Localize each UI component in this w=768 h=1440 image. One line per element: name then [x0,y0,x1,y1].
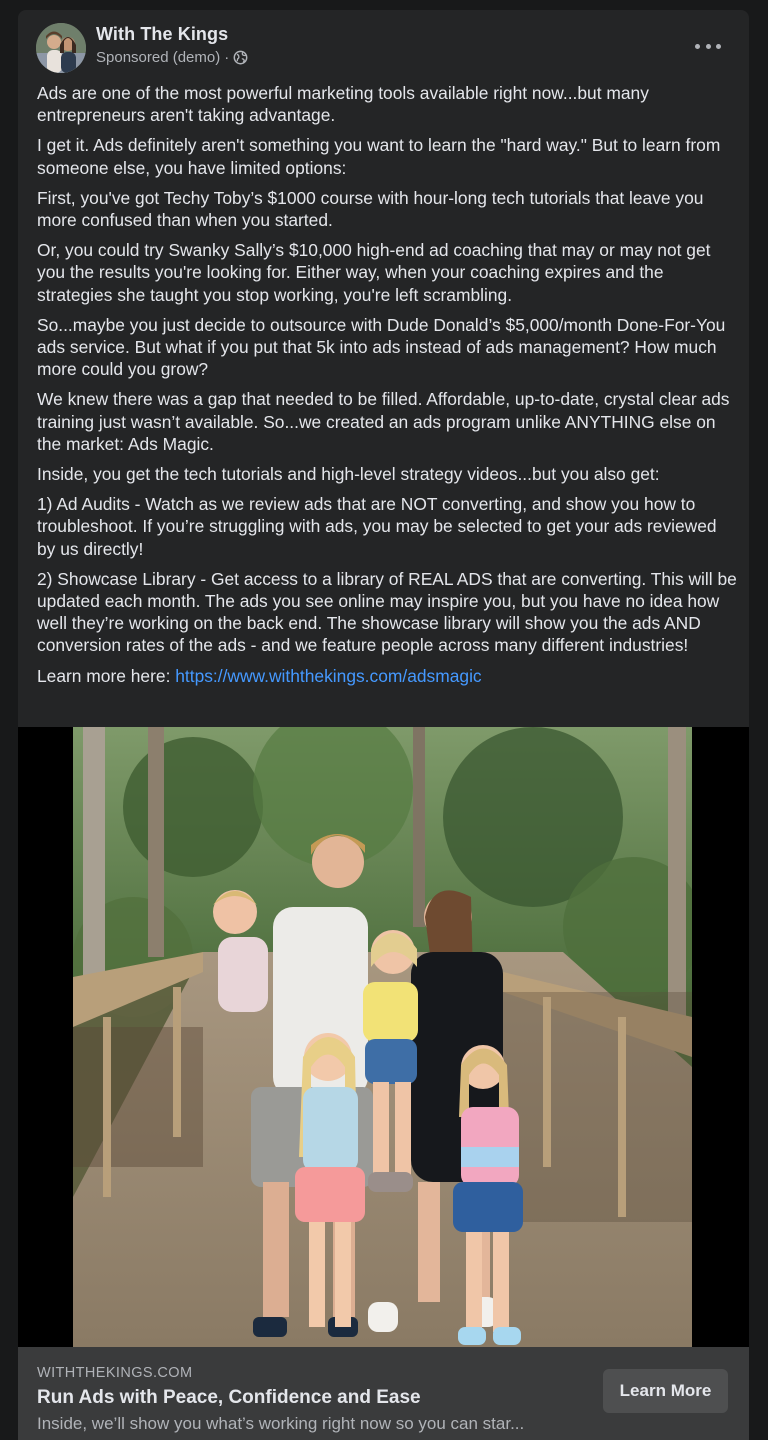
post-paragraph: So...maybe you just decide to outsource … [37,314,726,380]
post-paragraph: We knew there was a gap that needed to b… [37,389,730,454]
post-paragraph: Ads are one of the most powerful marketi… [37,83,649,126]
page-avatar[interactable] [36,23,86,73]
more-options-button[interactable] [695,36,721,56]
learn-more-button[interactable]: Learn More [603,1369,728,1413]
post-header: With The Kings Sponsored (demo) · [18,10,749,82]
link-preview-footer[interactable]: WITHTHEKINGS.COM Run Ads with Peace, Con… [18,1347,749,1440]
learn-more-link[interactable]: https://www.withthekings.com/adsmagic [175,666,481,686]
post-body-text: Ads are one of the most powerful marketi… [37,82,737,695]
avatar-photo-icon [36,23,86,73]
page-name-link[interactable]: With The Kings [96,24,228,45]
learn-more-prefix: Learn more here: [37,665,176,686]
sponsored-line: Sponsored (demo) · [96,49,248,66]
ad-media[interactable] [18,727,749,1347]
family-photo-image [73,727,692,1347]
link-domain: WITHTHEKINGS.COM [37,1365,193,1381]
learn-more-line: Learn more here: https://www.withtheking… [37,665,737,687]
sponsored-label[interactable]: Sponsored (demo) [96,49,220,66]
more-horizontal-icon [695,43,700,49]
meta-separator: · [224,49,230,66]
post-paragraph: Inside, you get the tech tutorials and h… [37,464,660,485]
post-paragraph: I get it. Ads definitely aren't somethin… [37,135,721,178]
link-description: Inside, we’ll show you what’s working ri… [37,1414,525,1433]
family-photo[interactable] [73,727,692,1347]
post-paragraph: Or, you could try Swanky Sally’s $10,000… [37,240,711,305]
link-headline[interactable]: Run Ads with Peace, Confidence and Ease [37,1387,421,1409]
post-paragraph: 1) Ad Audits - Watch as we review ads th… [37,494,717,559]
ad-post-card: With The Kings Sponsored (demo) · Ads ar… [18,10,749,1440]
globe-icon[interactable] [233,50,248,65]
post-paragraph: 2) Showcase Library - Get access to a li… [37,568,737,656]
post-paragraph: First, you've got Techy Toby’s $1000 cou… [37,187,704,231]
